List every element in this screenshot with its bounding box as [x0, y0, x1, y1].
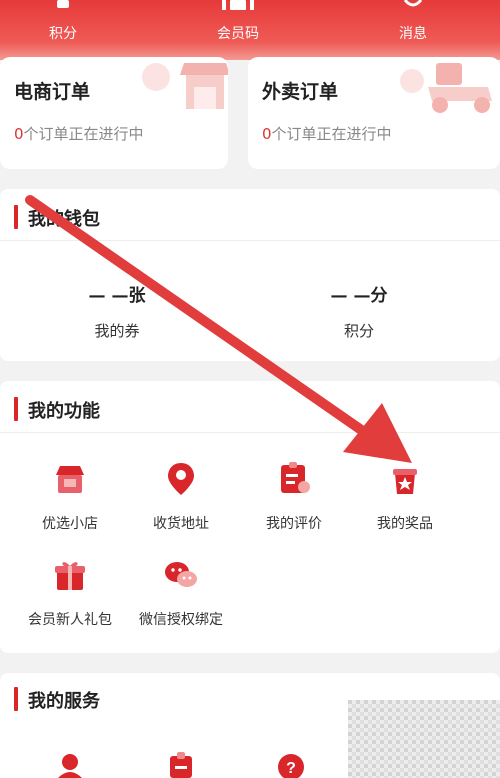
ecommerce-order-count: 0: [14, 125, 24, 143]
ecommerce-order-card[interactable]: 电商订单 0个订单正在进行中: [0, 57, 228, 169]
wechat-icon: [165, 562, 197, 587]
section-accent-bar: [14, 205, 18, 229]
prize-icon: [393, 469, 417, 494]
review-icon: [281, 462, 310, 493]
takeout-order-status: 0个订单正在进行中: [262, 123, 392, 144]
func-gift[interactable]: 会员新人礼包: [15, 557, 125, 629]
func-wechat-bind[interactable]: 微信授权绑定: [126, 557, 236, 629]
func-review-label: 我的评价: [266, 516, 322, 532]
func-review[interactable]: 我的评价: [239, 461, 349, 533]
help-icon[interactable]: ?: [276, 752, 306, 778]
func-shop-label: 优选小店: [42, 516, 98, 532]
delivery-scooter-deco-icon: [400, 63, 492, 113]
ecommerce-order-title: 电商订单: [14, 81, 91, 103]
wallet-points-value: — —分: [330, 286, 388, 306]
functions-section: 我的功能 优选小店 收货地址 我的评价 我的奖品 会员新人礼包 微信授权绑定: [0, 381, 500, 653]
section-accent-bar: [14, 687, 18, 711]
points-icon: [57, 0, 69, 8]
wallet-coupons-label: 我的券: [94, 322, 140, 340]
ecommerce-order-status: 0个订单正在进行中: [14, 123, 144, 144]
wallet-title: 我的钱包: [28, 209, 100, 230]
clipboard-icon[interactable]: [166, 752, 196, 778]
takeout-order-card[interactable]: 外卖订单 0个订单正在进行中: [248, 57, 500, 169]
pixelated-watermark: [348, 700, 500, 778]
takeout-order-title: 外卖订单: [262, 81, 339, 103]
func-address-label: 收货地址: [153, 516, 209, 532]
takeout-order-status-text: 个订单正在进行中: [271, 125, 392, 143]
svg-text:?: ?: [286, 760, 296, 777]
services-title: 我的服务: [28, 691, 100, 712]
wallet-coupons-value: — —张: [88, 286, 146, 306]
takeout-order-count: 0: [262, 125, 272, 143]
location-icon: [168, 463, 194, 495]
wallet-coupons[interactable]: — —张 我的券: [62, 281, 172, 341]
func-gift-label: 会员新人礼包: [28, 612, 112, 628]
func-prize[interactable]: 我的奖品: [350, 461, 460, 533]
storefront-deco-icon: [142, 63, 228, 109]
wallet-header: 我的钱包: [0, 189, 500, 241]
nav-member-code-label: 会员码: [217, 26, 259, 42]
gift-icon: [55, 562, 85, 590]
functions-header: 我的功能: [0, 381, 500, 433]
wallet-section: 我的钱包 — —张 我的券 — —分 积分: [0, 189, 500, 361]
func-wechat-bind-label: 微信授权绑定: [139, 612, 223, 628]
top-nav: 积分 会员码 消息: [0, 0, 500, 50]
functions-title: 我的功能: [28, 401, 100, 422]
wallet-points-label: 积分: [343, 322, 374, 340]
nav-message-label: 消息: [399, 26, 427, 42]
shop-icon: [56, 466, 84, 493]
person-icon[interactable]: [55, 752, 85, 778]
func-prize-label: 我的奖品: [377, 516, 433, 532]
ecommerce-order-status-text: 个订单正在进行中: [23, 125, 144, 143]
message-icon: [403, 0, 423, 7]
section-accent-bar: [14, 397, 18, 421]
func-shop[interactable]: 优选小店: [15, 461, 125, 533]
func-address[interactable]: 收货地址: [126, 461, 236, 533]
qrcode-icon: [222, 0, 254, 10]
nav-points-label: 积分: [49, 26, 77, 42]
wallet-points[interactable]: — —分 积分: [304, 281, 414, 341]
